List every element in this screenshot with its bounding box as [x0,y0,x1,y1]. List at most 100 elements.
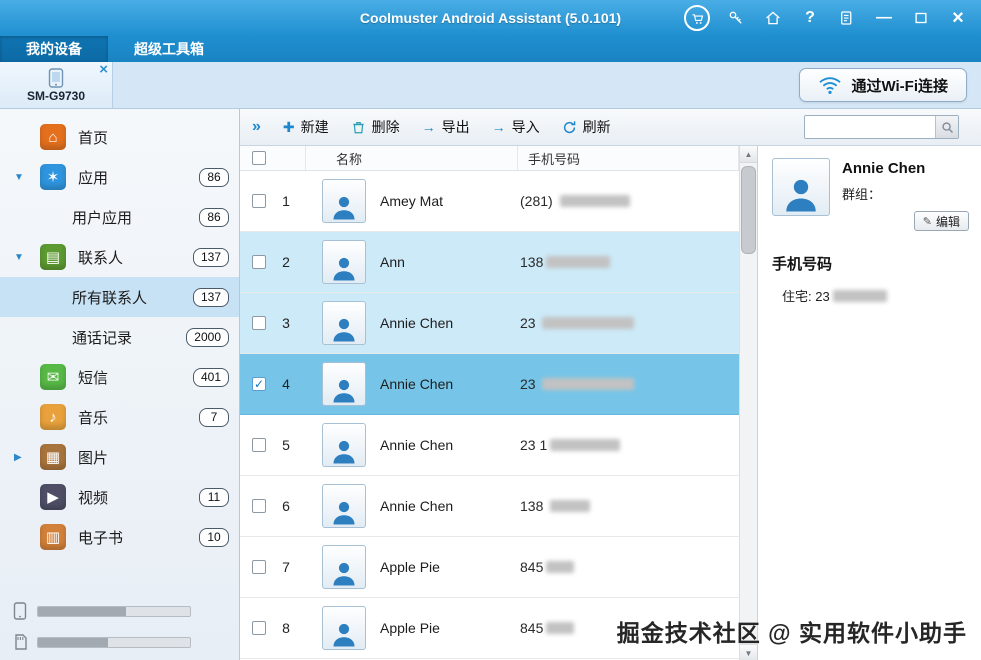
sidebar-item-label: 应用 [78,169,109,187]
search-icon[interactable] [935,116,958,138]
redacted-phone [550,500,591,512]
row-checkbox[interactable] [252,499,266,513]
sidebar-item-videos[interactable]: ▶ 视频 11 [0,477,239,517]
scroll-thumb[interactable] [741,166,756,254]
new-button[interactable]: ✚ 新建 [283,117,329,137]
row-checkbox[interactable] [252,438,266,452]
expand-down-icon[interactable]: ▼ [14,172,24,183]
home-tile-icon: ⌂ [40,124,66,150]
row-checkbox[interactable] [252,316,266,330]
scroll-down-arrow[interactable]: ▼ [740,644,757,660]
contact-phone: 23 1 [520,437,739,453]
music-tile-icon: ♪ [40,404,66,430]
tab-my-device[interactable]: 我的设备 [0,36,108,62]
contact-row[interactable]: 5 Annie Chen 23 1 [240,415,739,476]
column-name[interactable]: 名称 [306,146,518,170]
sidebar-item-apps[interactable]: ▼ ✶ 应用 86 [0,157,239,197]
tool-button-label: 刷新 [582,119,611,135]
expand-down-icon[interactable]: ▼ [14,252,24,263]
phone-prefix: 138 [520,498,548,514]
contact-row[interactable]: 6 Annie Chen 138 [240,476,739,537]
sidebar-item-label: 用户应用 [72,209,133,227]
tool-button-label: 删除 [371,119,400,135]
device-close-icon[interactable]: × [99,62,108,77]
sidebar-item-home[interactable]: ⌂ 首页 [0,117,239,157]
maximize-button[interactable] [910,7,932,29]
tool-button-label: 导出 [441,119,470,135]
contact-row[interactable]: 1 Amey Mat (281) [240,171,739,232]
phone-prefix: 845 [520,559,544,575]
sidebar-item-sms[interactable]: ✉ 短信 401 [0,357,239,397]
collapse-sidebar-icon[interactable]: » [250,118,263,136]
redacted-phone [542,378,635,390]
titlebar-icons: ? — × [684,5,981,31]
home-icon[interactable] [762,7,784,29]
contact-avatar-icon [322,545,366,589]
sidebar-item-all-contacts[interactable]: 所有联系人 137 [0,277,239,317]
sd-card-icon [15,634,27,650]
row-checkbox[interactable]: ✓ [252,377,266,391]
search-input[interactable] [805,116,935,138]
count-badge: 86 [199,207,229,227]
contact-name: Annie Chen [380,376,454,392]
import-button[interactable]: → 导入 [492,117,540,137]
contact-name: Ann [380,254,405,270]
contact-name: Annie Chen [380,437,454,453]
row-checkbox[interactable] [252,621,266,635]
contact-phone: (281) [520,193,739,209]
minimize-button[interactable]: — [873,7,895,29]
delete-button[interactable]: 删除 [351,117,400,137]
sidebar-item-contacts[interactable]: ▼ ▤ 联系人 137 [0,237,239,277]
import-arrow-icon: → [491,119,506,135]
count-badge: 11 [199,487,229,507]
tool-button-label: 新建 [300,119,329,135]
contact-row[interactable]: 3 Annie Chen 23 [240,293,739,354]
trash-icon [352,121,364,133]
sidebar-item-label: 通话记录 [72,329,133,347]
contact-row[interactable]: 7 Apple Pie 845 [240,537,739,598]
device-name: SM-G9730 [26,88,86,103]
wifi-connect-button[interactable]: 通过Wi-Fi连接 [799,68,967,102]
refresh-button[interactable]: 刷新 [562,117,611,137]
table-scrollbar[interactable]: ▲ ▼ [739,146,757,660]
row-index: 6 [282,498,290,514]
device-card[interactable]: × SM-G9730 [0,62,113,108]
contact-row[interactable]: 8 Apple Pie 845 [240,598,739,659]
log-document-icon[interactable] [836,7,858,29]
expand-right-icon[interactable]: ▶ [14,452,22,463]
sidebar-item-user-apps[interactable]: 用户应用 86 [0,197,239,237]
row-checkbox[interactable] [252,560,266,574]
contact-avatar-icon [322,362,366,406]
select-all-checkbox[interactable] [252,151,266,165]
pencil-icon: ✎ [922,215,932,228]
tab-super-toolkit[interactable]: 超级工具箱 [108,36,230,62]
help-icon[interactable]: ? [799,7,821,29]
export-arrow-icon: → [421,119,436,135]
sidebar-item-ebooks[interactable]: ▥ 电子书 10 [0,517,239,557]
contact-row[interactable]: 2 Ann 138 [240,232,739,293]
titlebar: Coolmuster Android Assistant (5.0.101) ?… [0,0,981,36]
row-checkbox[interactable] [252,255,266,269]
register-key-icon[interactable] [725,7,747,29]
scroll-up-arrow[interactable]: ▲ [740,146,757,163]
column-phone[interactable]: 手机号码 [518,146,739,170]
count-badge: 10 [199,527,229,547]
phone-prefix: 23 [520,315,540,331]
sidebar-item-label: 电子书 [78,529,124,547]
row-checkbox[interactable] [252,194,266,208]
ebooks-tile-icon: ▥ [40,524,66,550]
contact-list: 1 Amey Mat (281) 2 Ann 138 3 Annie Chen 23 ✓ 4 An… [240,171,739,660]
store-cart-icon[interactable] [684,5,710,31]
contact-row[interactable]: ✓ 4 Annie Chen 23 [240,354,739,415]
toolbar-buttons: ✚ 新建 删除 → 导出 → 导入 刷新 [283,117,611,137]
sidebar-item-photos[interactable]: ▶ ▦ 图片 [0,437,239,477]
edit-button-label: 编辑 [935,214,960,229]
edit-button[interactable]: ✎ 编辑 [913,211,969,231]
sidebar-item-call-logs[interactable]: 通话记录 2000 [0,317,239,357]
redacted-phone [546,256,611,268]
phone-prefix: 23 1 [520,437,548,453]
sidebar-item-music[interactable]: ♪ 音乐 7 [0,397,239,437]
export-button[interactable]: → 导出 [422,117,470,137]
close-button[interactable]: × [947,7,969,29]
sidebar-item-label: 短信 [78,369,109,387]
